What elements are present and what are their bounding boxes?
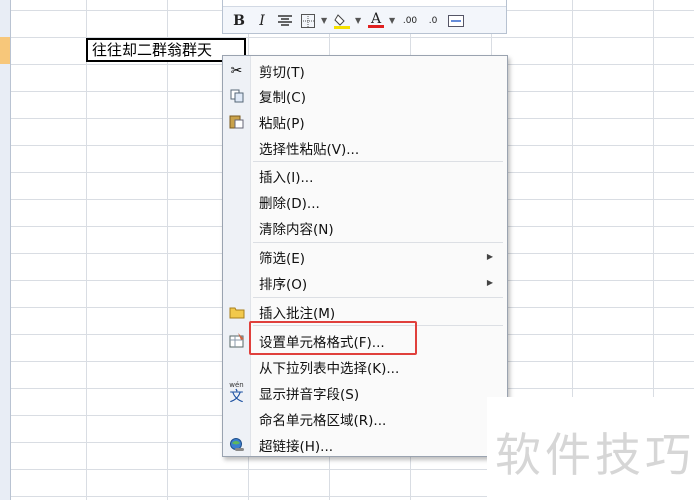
format-cells-icon [223, 328, 250, 353]
context-menu: ✂ 剪切(T) 复制(C) 粘贴(P) 选择性粘贴(V)... 插入(I)...… [222, 55, 508, 457]
font-color-button[interactable]: A [366, 11, 386, 31]
menu-separator [253, 297, 503, 298]
menu-item-show-phonetic[interactable]: wén 文 显示拼音字段(S) [223, 380, 507, 405]
copy-icon [223, 83, 250, 108]
menu-item-delete[interactable]: 删除(D)... [223, 189, 507, 214]
font-color-letter: A [370, 11, 382, 27]
menu-item-label: 命名单元格区域(R)... [259, 412, 387, 429]
chevron-down-icon[interactable]: ▼ [389, 16, 397, 25]
increase-decimal-button[interactable]: .00 [400, 11, 420, 31]
font-color-bar [368, 25, 384, 28]
watermark-text: 软件技巧 [495, 428, 694, 482]
menu-item-define-name[interactable]: 命名单元格区域(R)... [223, 406, 507, 431]
borders-icon [301, 13, 315, 28]
menu-item-sort[interactable]: 排序(O) ▶ [223, 270, 507, 295]
row-header[interactable] [0, 0, 11, 500]
menu-item-label: 排序(O) [259, 276, 308, 293]
menu-item-paste-special[interactable]: 选择性粘贴(V)... [223, 135, 507, 160]
menu-item-filter[interactable]: 筛选(E) ▶ [223, 244, 507, 269]
scissors-icon: ✂ [230, 62, 243, 79]
phonetic-icon: wén 文 [229, 381, 244, 405]
watermark: 软件技巧 [487, 397, 694, 500]
align-center-button[interactable] [275, 11, 295, 31]
menu-separator [253, 161, 503, 162]
borders-button[interactable] [298, 11, 318, 31]
menu-item-label: 筛选(E) [259, 250, 306, 267]
bold-button[interactable]: B [229, 11, 249, 31]
menu-item-label: 选择性粘贴(V)... [259, 141, 360, 158]
menu-item-label: 清除内容(N) [259, 221, 334, 238]
highlight-box [249, 321, 417, 355]
mini-toolbar: B I ▼ ▼ A ▼ .00 .0 [222, 0, 507, 34]
menu-item-label: 超链接(H)... [259, 438, 334, 455]
menu-item-paste[interactable]: 粘贴(P) [223, 109, 507, 134]
merge-cells-icon [448, 14, 464, 27]
menu-item-hyperlink[interactable]: 超链接(H)... [223, 432, 507, 457]
italic-button[interactable]: I [252, 11, 272, 31]
menu-item-label: 从下拉列表中选择(K)... [259, 360, 400, 377]
mini-toolbar-font-row [223, 0, 506, 7]
submenu-arrow-icon: ▶ [486, 278, 493, 287]
decrease-decimal-button[interactable]: .0 [423, 11, 443, 31]
menu-item-label: 插入(I)... [259, 169, 314, 186]
menu-separator [253, 242, 503, 243]
menu-item-label: 剪切(T) [259, 64, 305, 81]
chevron-down-icon[interactable]: ▼ [321, 16, 329, 25]
menu-item-label: 删除(D)... [259, 195, 320, 212]
selected-row-header[interactable] [0, 37, 10, 64]
align-center-icon [278, 14, 292, 26]
paste-icon [223, 109, 250, 134]
menu-item-label: 显示拼音字段(S) [259, 386, 360, 403]
submenu-arrow-icon: ▶ [486, 252, 493, 261]
menu-item-pick-from-list[interactable]: 从下拉列表中选择(K)... [223, 354, 507, 379]
menu-item-label: 粘贴(P) [259, 115, 305, 132]
merge-center-button[interactable] [446, 11, 466, 31]
fill-bucket-icon [334, 13, 350, 29]
chevron-down-icon[interactable]: ▼ [355, 16, 363, 25]
fill-color-button[interactable] [332, 11, 352, 31]
menu-item-copy[interactable]: 复制(C) [223, 83, 507, 108]
hyperlink-icon [223, 432, 250, 457]
menu-item-cut[interactable]: ✂ 剪切(T) [223, 58, 507, 83]
menu-item-clear-contents[interactable]: 清除内容(N) [223, 215, 507, 240]
comment-folder-icon [223, 299, 250, 324]
menu-item-insert[interactable]: 插入(I)... [223, 163, 507, 188]
menu-item-label: 复制(C) [259, 89, 306, 106]
menu-item-label: 插入批注(M) [259, 305, 336, 322]
